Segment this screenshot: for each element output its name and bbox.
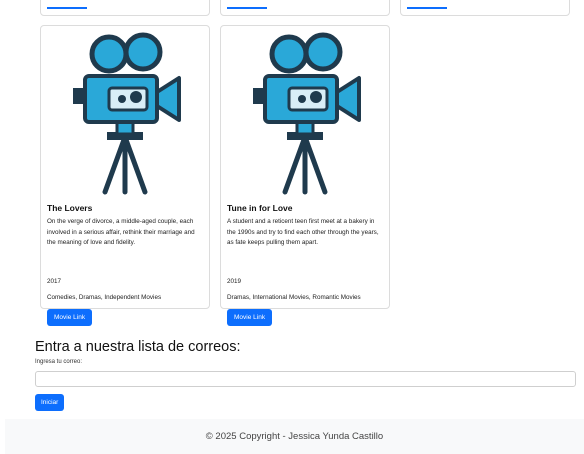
movie-card-partial — [220, 0, 390, 16]
movie-description: A student and a reticent teen first meet… — [227, 218, 379, 246]
copyright-text: © 2025 Copyright - Jessica Yunda Castill… — [205, 431, 384, 442]
movie-link-button-partial[interactable] — [407, 5, 447, 9]
footer: © 2025 Copyright - Jessica Yunda Castill… — [5, 419, 584, 454]
movie-card-partial — [40, 0, 210, 16]
movie-card: Tune in for Love A student and a reticen… — [220, 25, 390, 326]
subscribe-button[interactable]: Iniciar — [35, 394, 65, 411]
movie-link-button[interactable]: Movie Link — [227, 309, 273, 326]
movie-genres: Comedies, Dramas, Independent Movies — [47, 294, 162, 301]
movie-link-button-partial[interactable] — [47, 5, 87, 9]
newsletter-title: Entra a nuestra lista de correos: — [35, 339, 241, 355]
movie-camera-icon — [73, 32, 181, 195]
movie-poster — [221, 32, 389, 220]
movie-card: The Lovers On the verge of divorce, a mi… — [40, 25, 210, 326]
movie-title: The Lovers — [47, 203, 93, 213]
movie-year: 2019 — [227, 278, 242, 285]
email-label: Ingresa tu correo: — [35, 359, 83, 365]
movie-title: Tune in for Love — [227, 203, 293, 213]
movie-camera-icon — [253, 32, 361, 195]
email-field[interactable] — [35, 371, 576, 387]
movie-poster — [41, 32, 209, 220]
movie-link-button-partial[interactable] — [227, 5, 267, 9]
movie-link-button[interactable]: Movie Link — [47, 309, 93, 326]
movie-genres: Dramas, International Movies, Romantic M… — [227, 294, 361, 301]
movie-year: 2017 — [47, 278, 62, 285]
movie-card-partial — [400, 0, 570, 16]
movie-description: On the verge of divorce, a middle-aged c… — [47, 218, 195, 246]
